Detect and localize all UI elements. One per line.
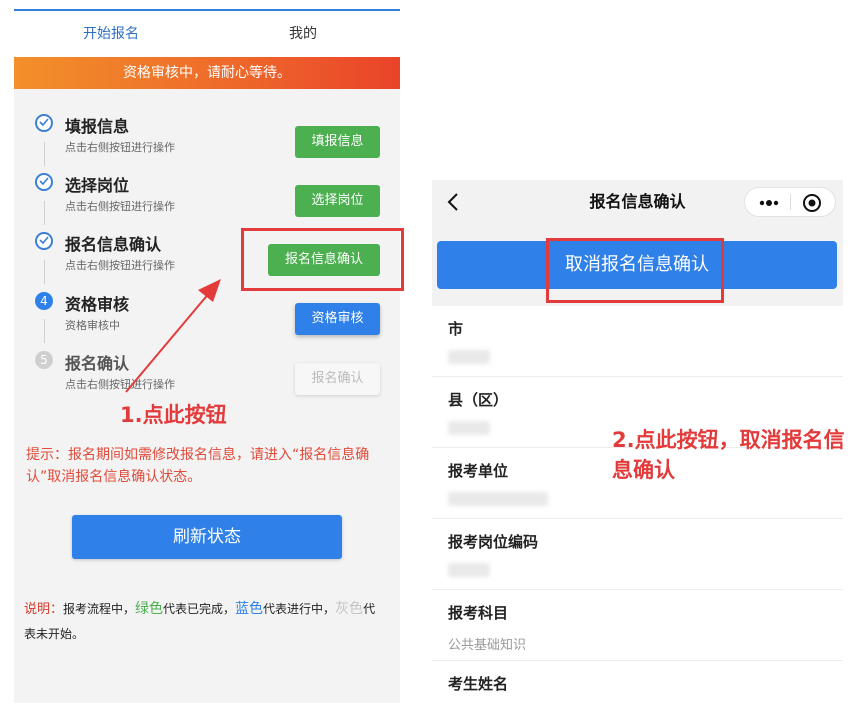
redacted-value <box>448 492 548 506</box>
nav-bar: 报名信息确认 <box>432 180 843 224</box>
field-subject: 报考科目 公共基础知识 <box>432 590 843 660</box>
field-value: 公共基础知识 <box>448 638 527 653</box>
chevron-left-icon[interactable] <box>444 191 464 213</box>
annotation-highlight-box <box>546 238 724 303</box>
field-label: 报考单位 <box>448 462 509 480</box>
target-circle-icon[interactable] <box>802 193 822 213</box>
field-label: 市 <box>448 320 464 338</box>
field-label: 报考科目 <box>448 604 509 622</box>
annotation-step2: 2.点此按钮，取消报名信息确认 <box>612 428 845 482</box>
field-label: 考生姓名 <box>448 675 509 693</box>
field-position-code: 报考岗位编码 <box>432 519 843 589</box>
field-label: 县（区） <box>448 391 509 409</box>
redacted-value <box>448 563 490 577</box>
more-dots-icon[interactable] <box>757 195 783 209</box>
mini-program-capsule <box>744 187 836 217</box>
capsule-divider <box>790 194 791 210</box>
field-label: 报考岗位编码 <box>448 533 539 551</box>
field-city: 市 <box>432 306 843 376</box>
field-candidate-name: 考生姓名 <box>432 661 843 706</box>
redacted-value <box>448 421 490 435</box>
annotation-step1: 1.点此按钮 <box>120 403 227 427</box>
redacted-value <box>448 350 490 364</box>
